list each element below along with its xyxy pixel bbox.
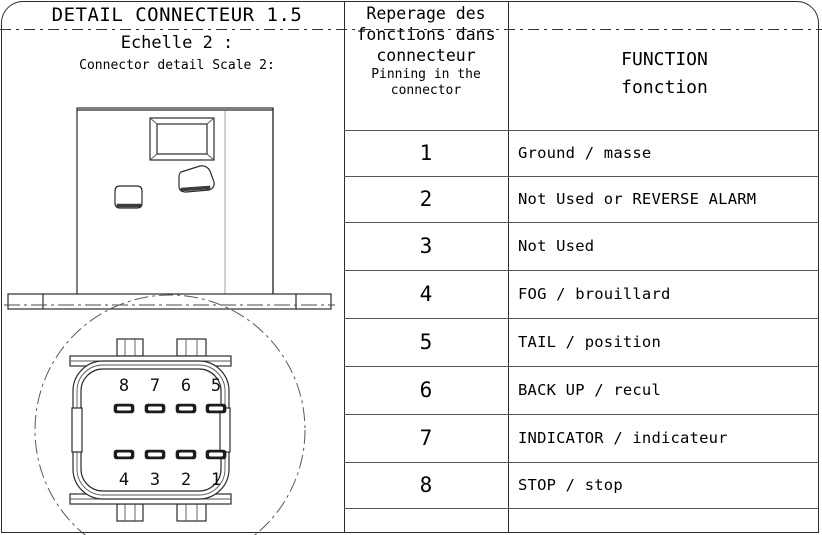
scale-label-en: Connector detail Scale 2: [79, 58, 275, 73]
table-row-function: TAIL / position [518, 333, 661, 351]
table-row-function: Not Used [518, 237, 595, 255]
row-separator [344, 508, 819, 509]
table-row-pin: 1 [419, 141, 433, 165]
table-row-pin: 7 [419, 426, 433, 450]
drawing-sheet: .ln { fill:none; stroke:#2b2b2b; stroke-… [0, 0, 822, 535]
table-row-function: INDICATOR / indicateur [518, 429, 728, 447]
table-row-function: BACK UP / recul [518, 381, 661, 399]
table-row-pin: 5 [419, 330, 433, 354]
page-title: DETAIL CONNECTEUR 1.5 [51, 4, 303, 26]
scale-label-fr: Echelle 2 : [120, 33, 234, 53]
pin-column-header-en: Pinning in the connector [371, 67, 481, 98]
table-row-function: Not Used or REVERSE ALARM [518, 190, 757, 208]
function-column-header: FUNCTION fonction [621, 49, 708, 98]
column-divider-function [508, 1, 509, 533]
table-row-function: STOP / stop [518, 476, 623, 494]
pin-column-header-fr: Reperage des fonctions dans connecteur [356, 4, 496, 65]
table-row-pin: 3 [419, 234, 433, 258]
table-row-function: Ground / masse [518, 144, 652, 162]
table-row-pin: 2 [419, 187, 433, 211]
table-row-function: FOG / brouillard [518, 285, 671, 303]
table-row-pin: 6 [419, 378, 433, 402]
table-row-pin: 4 [419, 282, 433, 306]
table-row-pin: 8 [419, 473, 433, 497]
